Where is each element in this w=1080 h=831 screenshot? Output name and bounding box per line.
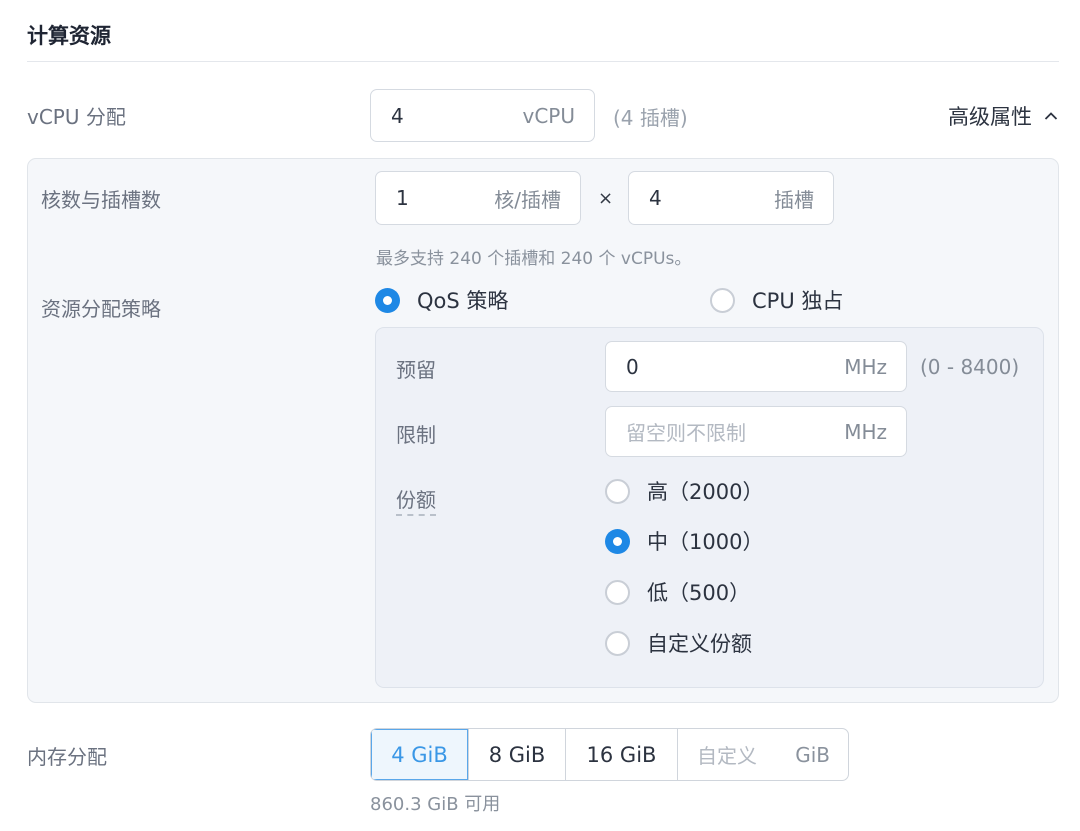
shares-option-high[interactable]: 高（2000）	[605, 476, 763, 506]
radio-unchecked-icon	[605, 478, 630, 504]
cores-per-socket-input[interactable]: 1 核/插槽	[375, 171, 581, 225]
memory-option-16gib[interactable]: 16 GiB	[566, 729, 678, 780]
sockets-value: 4	[649, 186, 662, 210]
limit-input[interactable]: 留空则不限制 MHz	[605, 406, 907, 457]
vcpu-unit: vCPU	[522, 103, 576, 128]
limit-placeholder: 留空则不限制	[626, 421, 746, 445]
memory-label: 内存分配	[27, 745, 107, 769]
shares-label-wrap: 份额	[396, 484, 436, 516]
vcpu-input[interactable]: 4 vCPU	[370, 89, 595, 142]
reservation-unit: MHz	[844, 354, 887, 379]
sockets-unit: 插槽	[774, 187, 814, 212]
policy-option-label: QoS 策略	[417, 289, 509, 313]
reservation-range: (0 - 8400)	[920, 355, 1020, 379]
shares-option-label: 自定义份额	[647, 632, 752, 656]
vcpu-sockets-note: (4 插槽)	[613, 106, 688, 130]
memory-option-8gib[interactable]: 8 GiB	[469, 729, 566, 780]
shares-option-normal[interactable]: 中（1000）	[605, 526, 763, 556]
sockets-input[interactable]: 4 插槽	[628, 171, 834, 225]
reservation-input[interactable]: 0 MHz	[605, 341, 907, 392]
memory-segmented-control: 4 GiB 8 GiB 16 GiB 自定义 GiB	[370, 728, 849, 781]
limit-unit: MHz	[844, 419, 887, 444]
memory-custom-placeholder: 自定义	[697, 744, 757, 768]
reservation-value: 0	[626, 354, 639, 379]
advanced-toggle[interactable]: 高级属性	[948, 101, 1058, 131]
radio-unchecked-icon	[605, 579, 630, 605]
memory-custom-input[interactable]: 自定义 GiB	[678, 729, 848, 780]
times-sign: ×	[598, 188, 614, 209]
shares-option-custom[interactable]: 自定义份额	[605, 628, 752, 658]
policy-option-cpu-exclusive[interactable]: CPU 独占	[710, 285, 843, 315]
cores-value: 1	[396, 186, 409, 210]
shares-option-label: 高（2000）	[647, 480, 764, 504]
policy-label: 资源分配策略	[41, 297, 161, 321]
shares-option-label: 低（500）	[647, 581, 751, 605]
radio-checked-icon	[375, 287, 400, 313]
cores-unit: 核/插槽	[494, 187, 561, 212]
vcpu-value: 4	[391, 103, 404, 128]
memory-custom-unit: GiB	[795, 742, 830, 767]
limit-label: 限制	[396, 423, 436, 447]
memory-option-4gib[interactable]: 4 GiB	[371, 729, 469, 780]
advanced-label: 高级属性	[948, 105, 1032, 129]
section-divider	[27, 61, 1059, 62]
shares-option-label: 中（1000）	[647, 530, 764, 554]
radio-unchecked-icon	[605, 630, 630, 656]
vcpu-label: vCPU 分配	[27, 105, 126, 129]
cores-label: 核数与插槽数	[41, 188, 161, 212]
memory-available: 860.3 GiB 可用	[370, 794, 501, 815]
reservation-label: 预留	[396, 358, 436, 382]
radio-unchecked-icon	[710, 287, 735, 313]
sockets-hint: 最多支持 240 个插槽和 240 个 vCPUs。	[376, 249, 692, 269]
radio-checked-icon	[605, 528, 630, 554]
shares-option-low[interactable]: 低（500）	[605, 577, 750, 607]
section-title: 计算资源	[27, 24, 111, 48]
policy-option-label: CPU 独占	[752, 289, 844, 313]
policy-option-qos[interactable]: QoS 策略	[375, 285, 508, 315]
shares-label: 份额	[396, 488, 436, 516]
chevron-up-icon	[1044, 112, 1058, 120]
